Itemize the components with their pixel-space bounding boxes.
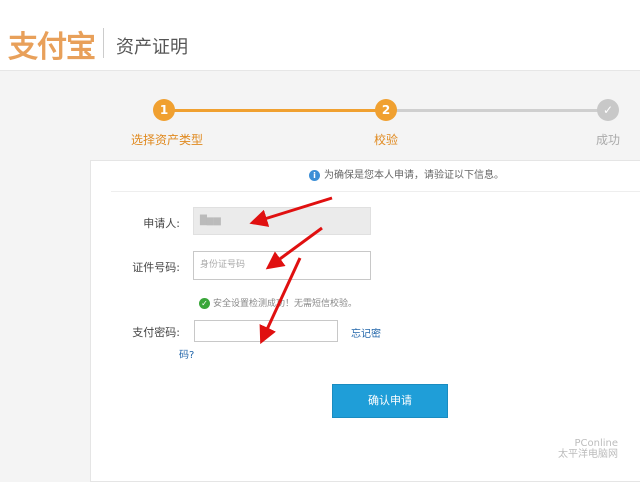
confirm-apply-button[interactable]: 确认申请 bbox=[332, 384, 448, 418]
applicant-field: █▆▆ bbox=[193, 207, 371, 235]
step-1-label: 选择资产类型 bbox=[131, 133, 204, 147]
watermark-line1: PConline bbox=[574, 438, 618, 449]
progress-steps: 1 2 ✓ 选择资产类型 校验 成功 bbox=[0, 96, 640, 156]
info-icon: i bbox=[309, 169, 320, 181]
password-label: 支付密码: bbox=[132, 326, 180, 339]
notice-bar: i 为确保是您本人申请，请验证以下信息。 bbox=[111, 161, 640, 192]
step-line-completed bbox=[164, 109, 386, 112]
payment-password-input[interactable] bbox=[194, 320, 338, 342]
step-2-label: 校验 bbox=[374, 133, 399, 147]
page-header: 支付宝 资产证明 bbox=[0, 0, 640, 71]
security-check-text: 安全设置检测成功！无需短信校验。 bbox=[213, 299, 358, 309]
step-1-circle: 1 bbox=[153, 99, 175, 121]
step-3-label: 成功 bbox=[596, 133, 621, 147]
security-check-message: ✓ 安全设置检测成功！无需短信校验。 bbox=[199, 296, 357, 309]
applicant-label: 申请人: bbox=[143, 217, 180, 230]
step-line-pending bbox=[386, 109, 608, 112]
page-title: 资产证明 bbox=[116, 37, 188, 58]
id-number-input[interactable]: 身份证号码 bbox=[193, 251, 371, 280]
check-circle-icon: ✓ bbox=[199, 298, 210, 309]
header-divider bbox=[103, 28, 104, 58]
watermark: PConline 太平洋电脑网 bbox=[558, 438, 618, 460]
logo-text: 支付宝 bbox=[8, 30, 96, 65]
step-3-check-icon: ✓ bbox=[597, 99, 619, 121]
forgot-password-link-line2[interactable]: 码? bbox=[179, 346, 194, 361]
watermark-line2: 太平洋电脑网 bbox=[558, 449, 618, 460]
notice-text: 为确保是您本人申请，请验证以下信息。 bbox=[324, 170, 504, 181]
alipay-logo[interactable]: 支付宝 bbox=[8, 22, 96, 66]
id-number-label: 证件号码: bbox=[132, 261, 180, 274]
forgot-password-link-line1[interactable]: 忘记密 bbox=[351, 325, 381, 340]
step-2-circle: 2 bbox=[375, 99, 397, 121]
